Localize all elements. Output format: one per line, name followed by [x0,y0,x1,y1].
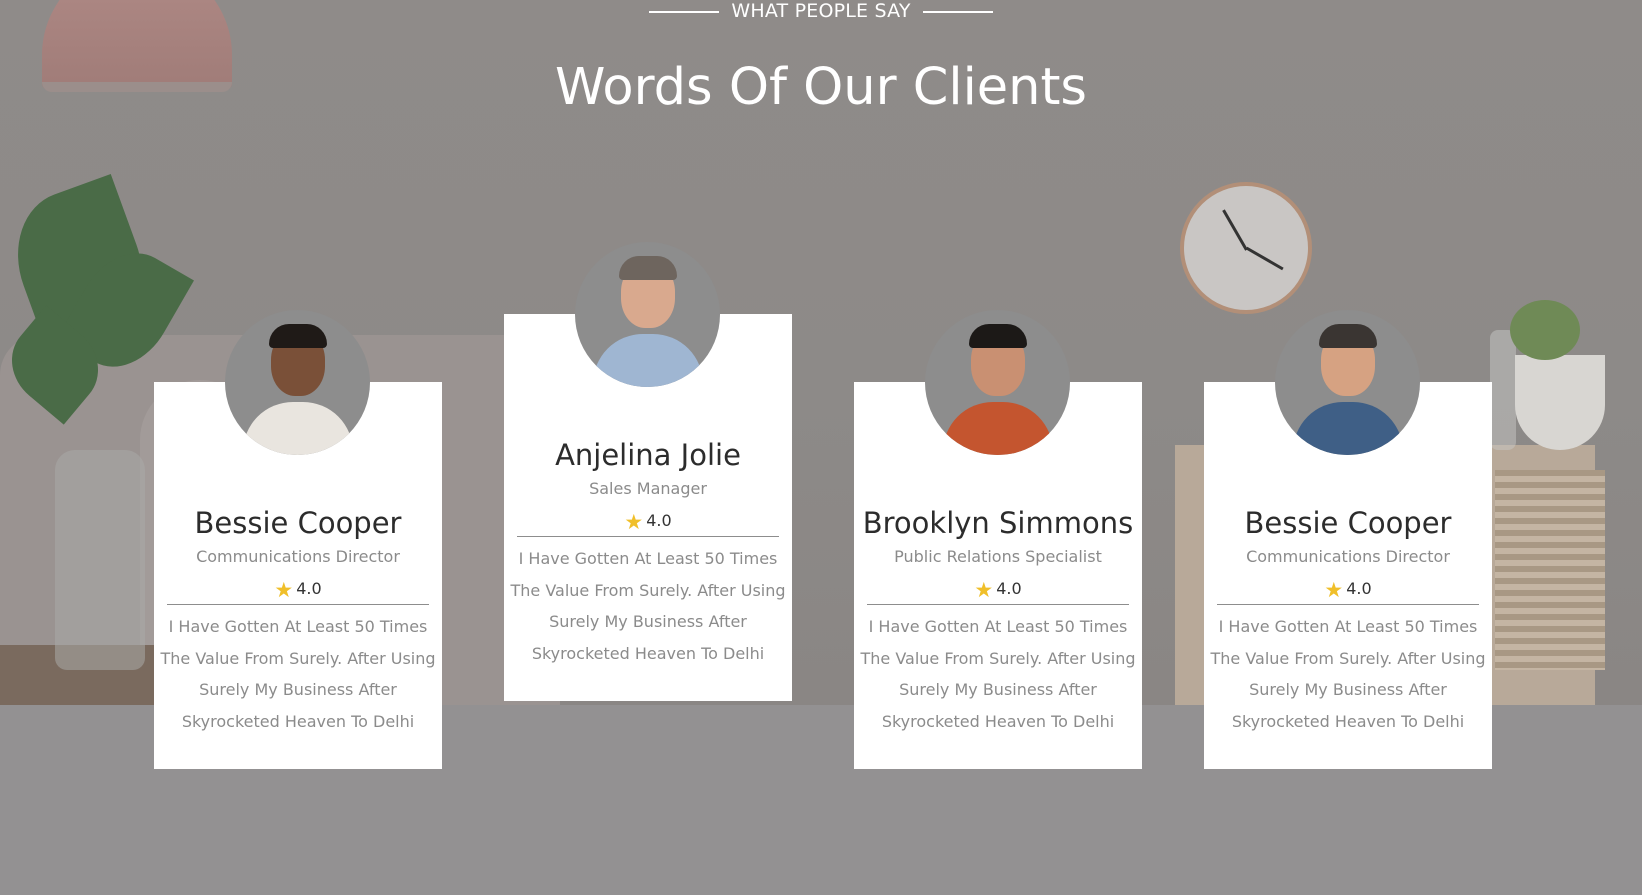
bottle-decoration [1490,330,1516,450]
plant-decoration [1510,300,1580,360]
plant-pot-decoration [1515,355,1605,450]
wall-clock-decoration [1180,182,1312,314]
star-icon: ★ [974,578,994,602]
vase-decoration [55,450,145,670]
divider [517,536,779,537]
client-name: Bessie Cooper [194,506,402,540]
rating-value: 4.0 [996,579,1022,598]
kicker-line-left [649,10,720,13]
cabinet-grill-decoration [1495,470,1605,670]
rating: ★ 4.0 [154,576,442,601]
divider [167,604,429,605]
testimonial-card: Brooklyn Simmons Public Relations Specia… [854,310,1142,769]
client-role: Communications Director [196,547,400,566]
star-icon: ★ [624,510,644,534]
rating-value: 4.0 [646,511,672,530]
kicker-text: WHAT PEOPLE SAY [731,0,911,22]
client-role: Sales Manager [589,479,707,498]
rating-value: 4.0 [1346,579,1372,598]
kicker-line-right [922,10,993,13]
avatar [1275,310,1420,455]
section-title: Words Of Our Clients [554,58,1088,117]
client-name: Brooklyn Simmons [862,506,1134,540]
testimonial-card: Anjelina Jolie Sales Manager ★ 4.0 I Have… [504,242,792,701]
testimonial-card: Bessie Cooper Communications Director ★ 4… [1204,310,1492,769]
rating: ★ 4.0 [1204,576,1492,601]
client-role: Public Relations Specialist [894,547,1102,566]
testimonial-text: I Have Gotten At Least 50 Times The Valu… [160,617,436,731]
star-icon: ★ [274,578,294,602]
testimonial-text: I Have Gotten At Least 50 Times The Valu… [510,549,786,663]
client-role: Communications Director [1246,547,1450,566]
rating: ★ 4.0 [504,508,792,533]
avatar [925,310,1070,455]
avatar [575,242,720,387]
star-icon: ★ [1324,578,1344,602]
divider [1217,604,1479,605]
client-name: Bessie Cooper [1244,506,1452,540]
rating-value: 4.0 [296,579,322,598]
testimonial-text: I Have Gotten At Least 50 Times The Valu… [1210,617,1486,731]
divider [867,604,1129,605]
client-name: Anjelina Jolie [555,438,741,472]
avatar [225,310,370,455]
testimonial-text: I Have Gotten At Least 50 Times The Valu… [860,617,1136,731]
section-kicker: WHAT PEOPLE SAY [0,0,1642,22]
testimonial-card: Bessie Cooper Communications Director ★ 4… [154,310,442,769]
rating: ★ 4.0 [854,576,1142,601]
